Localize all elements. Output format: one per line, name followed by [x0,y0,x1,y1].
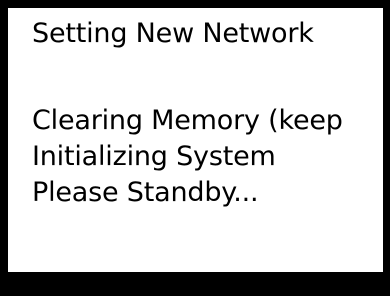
status-message-standby: Please Standby... [32,177,259,208]
device-bezel: Setting New Network Clearing Memory (kee… [0,0,390,296]
screen-title: Setting New Network [32,18,314,49]
status-message-initializing: Initializing System [32,141,276,172]
status-message-clearing-memory: Clearing Memory (keep [32,105,343,136]
display-screen: Setting New Network Clearing Memory (kee… [8,8,383,272]
